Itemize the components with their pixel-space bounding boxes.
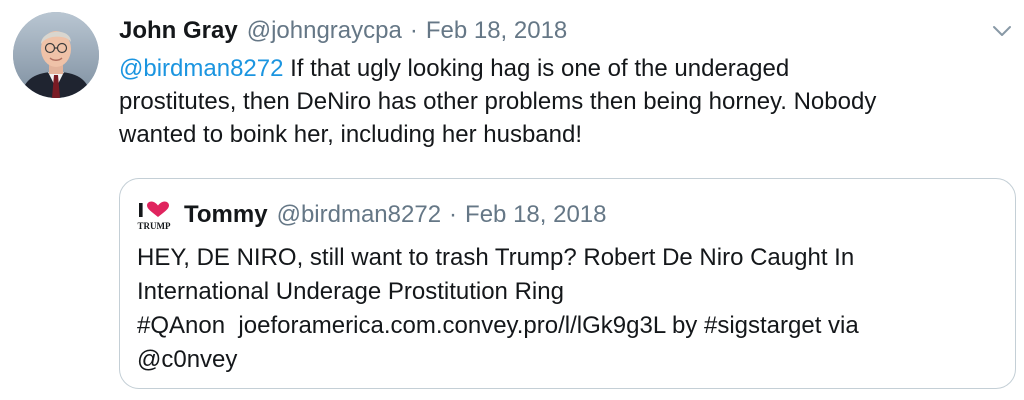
quoted-author-handle[interactable]: @birdman8272	[277, 201, 441, 229]
trump-logo-text: TRUMP	[138, 221, 171, 231]
quoted-tweet-header: Tommy @birdman8272 · Feb 18, 2018	[184, 197, 607, 233]
tweet-date[interactable]: Feb 18, 2018	[426, 17, 567, 45]
quoted-tweet-date[interactable]: Feb 18, 2018	[465, 201, 606, 229]
chevron-down-icon	[993, 26, 1011, 36]
tweet-text-line-3: wanted to boink her, including her husba…	[119, 121, 582, 148]
i-love-trump-icon: TRUMP	[138, 201, 171, 231]
quoted-hashtag-sigstarget[interactable]: #sigstarget	[704, 312, 821, 339]
mention-link[interactable]: @birdman8272	[119, 55, 283, 82]
author-handle[interactable]: @johngraycpa	[247, 17, 402, 45]
quoted-separator-dot: ·	[449, 201, 458, 228]
tweet: John Gray @johngraycpa · Feb 18, 2018 @b…	[0, 0, 1024, 400]
author-display-name[interactable]: John Gray	[119, 17, 238, 45]
quoted-text-line-1: HEY, DE NIRO, still want to trash Trump?…	[137, 244, 855, 271]
tweet-header: John Gray @johngraycpa · Feb 18, 2018	[119, 13, 567, 49]
tweet-text-line-1: If that ugly looking hag is one of the u…	[283, 55, 790, 82]
quoted-text-line-2: International Underage Prostitution Ring	[137, 278, 564, 305]
quoted-by-text: by	[665, 312, 704, 339]
quoted-via-text: via	[821, 312, 859, 339]
separator-dot: ·	[409, 17, 418, 44]
author-avatar[interactable]	[13, 12, 99, 98]
tweet-text: @birdman8272 If that ugly looking hag is…	[119, 52, 1009, 151]
quoted-mention-c0nvey[interactable]: @c0nvey	[137, 346, 237, 373]
quoted-tweet-card[interactable]: TRUMP Tommy @birdman8272 · Feb 18, 2018 …	[119, 178, 1016, 389]
quoted-text-line-3: #QAnon joeforamerica.com.convey.pro/l/lG…	[137, 309, 1007, 343]
quoted-hashtag-qanon[interactable]: #QAnon	[137, 312, 225, 339]
quoted-author-avatar: TRUMP	[136, 200, 172, 232]
quoted-tweet-text: HEY, DE NIRO, still want to trash Trump?…	[137, 241, 1007, 377]
quoted-text-line-4: @c0nvey	[137, 343, 1007, 377]
more-options-button[interactable]	[990, 22, 1014, 40]
tweet-text-line-2: prostitutes, then DeNiro has other probl…	[119, 88, 877, 115]
quoted-url-link[interactable]: joeforamerica.com.convey.pro/l/lGk9g3L	[238, 312, 665, 339]
quoted-author-display-name[interactable]: Tommy	[184, 201, 268, 229]
profile-photo-icon	[13, 12, 99, 98]
